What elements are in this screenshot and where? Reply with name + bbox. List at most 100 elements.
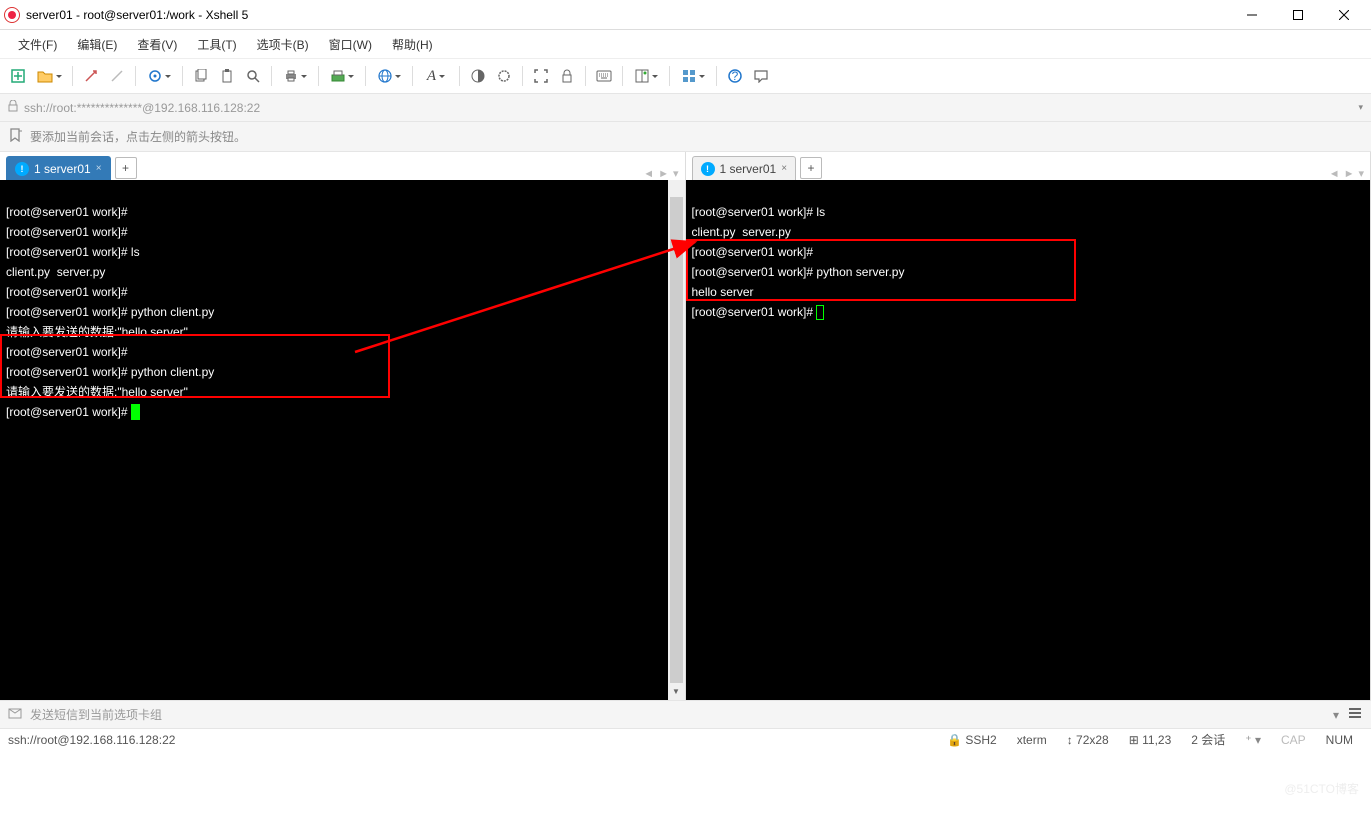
menu-file[interactable]: 文件(F): [10, 32, 65, 57]
reconnect-icon[interactable]: [79, 64, 103, 88]
open-session-icon[interactable]: [32, 64, 66, 88]
fullscreen-icon[interactable]: [529, 64, 553, 88]
keyboard-icon[interactable]: [592, 64, 616, 88]
info-badge-icon: !: [15, 162, 29, 176]
tab-close-icon[interactable]: ×: [781, 163, 787, 174]
separator: [716, 66, 717, 86]
status-position: ⊞ 11,23: [1119, 733, 1182, 747]
menu-bar: 文件(F) 编辑(E) 查看(V) 工具(T) 选项卡(B) 窗口(W) 帮助(…: [0, 30, 1371, 58]
tab-prev-icon[interactable]: ◄: [643, 168, 654, 180]
separator: [271, 66, 272, 86]
separator: [365, 66, 366, 86]
tab-list-icon[interactable]: ▾: [1358, 167, 1364, 180]
lock-icon[interactable]: [555, 64, 579, 88]
tab-server01-left[interactable]: ! 1 server01 ×: [6, 156, 111, 180]
right-pane: ! 1 server01 × + ◄ ► ▾ [root@server01 wo…: [686, 152, 1371, 700]
lock-small-icon: [8, 100, 18, 115]
layout-icon[interactable]: [629, 64, 663, 88]
print-icon[interactable]: [278, 64, 312, 88]
scroll-down-icon[interactable]: ▼: [668, 683, 685, 700]
separator: [412, 66, 413, 86]
menu-tab[interactable]: 选项卡(B): [249, 32, 317, 57]
font-icon[interactable]: A: [419, 64, 453, 88]
tab-server01-right[interactable]: ! 1 server01 ×: [692, 156, 797, 180]
status-term: xterm: [1007, 733, 1057, 747]
separator: [182, 66, 183, 86]
tab-next-icon[interactable]: ►: [1344, 168, 1355, 180]
tab-prev-icon[interactable]: ◄: [1329, 168, 1340, 180]
session-hint-bar: 要添加当前会话，点击左侧的箭头按钮。: [0, 122, 1371, 152]
terminal-left[interactable]: [root@server01 work]# [root@server01 wor…: [0, 180, 685, 700]
bookmark-icon[interactable]: [8, 128, 22, 145]
tab-add-button[interactable]: +: [800, 157, 822, 179]
menu-window[interactable]: 窗口(W): [321, 32, 380, 57]
session-hint-text: 要添加当前会话，点击左侧的箭头按钮。: [30, 128, 246, 145]
split-panes: ! 1 server01 × + ◄ ► ▾ [root@server01 wo…: [0, 152, 1371, 700]
tab-list-icon[interactable]: ▾: [673, 167, 679, 180]
help-icon[interactable]: ?: [723, 64, 747, 88]
left-tabstrip: ! 1 server01 × + ◄ ► ▾: [0, 152, 685, 180]
minimize-button[interactable]: [1229, 0, 1275, 30]
status-connection: ssh://root@192.168.116.128:22: [8, 733, 937, 747]
hamburger-icon[interactable]: [1347, 706, 1363, 723]
app-icon: [4, 7, 20, 23]
watermark: @51CTO博客: [1284, 780, 1359, 797]
tab-label: 1 server01: [720, 162, 777, 176]
status-bar: ssh://root@192.168.116.128:22 🔒 SSH2 xte…: [0, 728, 1371, 750]
status-cap: CAP: [1271, 733, 1316, 747]
left-pane: ! 1 server01 × + ◄ ► ▾ [root@server01 wo…: [0, 152, 686, 700]
paste-icon[interactable]: [215, 64, 239, 88]
tab-nav: ◄ ► ▾: [1329, 167, 1364, 180]
tab-add-button[interactable]: +: [115, 157, 137, 179]
status-sessions: 2 会话: [1181, 731, 1235, 748]
color-scheme-icon[interactable]: [466, 64, 490, 88]
xftp-icon[interactable]: [325, 64, 359, 88]
input-bar[interactable]: 发送短信到当前选项卡组 ▾: [0, 700, 1371, 728]
separator: [622, 66, 623, 86]
svg-text:?: ?: [732, 69, 739, 83]
tab-nav: ◄ ► ▾: [643, 167, 678, 180]
globe-icon[interactable]: [372, 64, 406, 88]
compose-icon[interactable]: [8, 706, 22, 723]
terminal-right[interactable]: [root@server01 work]# ls client.py serve…: [686, 180, 1371, 700]
tab-label: 1 server01: [34, 162, 91, 176]
separator: [72, 66, 73, 86]
close-button[interactable]: [1321, 0, 1367, 30]
scroll-thumb[interactable]: [670, 197, 683, 683]
tab-close-icon[interactable]: ×: [96, 163, 102, 174]
status-num: NUM: [1316, 733, 1363, 747]
address-text: ssh://root:**************@192.168.116.12…: [24, 101, 1352, 115]
input-dropdown-icon[interactable]: ▾: [1333, 708, 1339, 722]
separator: [585, 66, 586, 86]
scrollbar-left[interactable]: ▲ ▼: [668, 180, 685, 700]
properties-icon[interactable]: [142, 64, 176, 88]
status-more-icon[interactable]: ⁺ ▾: [1235, 733, 1271, 747]
address-bar[interactable]: ssh://root:**************@192.168.116.12…: [0, 94, 1371, 122]
cursor: [131, 404, 140, 420]
separator: [522, 66, 523, 86]
separator: [669, 66, 670, 86]
status-size: ↕ 72x28: [1057, 733, 1119, 747]
feedback-icon[interactable]: [749, 64, 773, 88]
maximize-button[interactable]: [1275, 0, 1321, 30]
separator: [135, 66, 136, 86]
tile-icon[interactable]: [676, 64, 710, 88]
tab-next-icon[interactable]: ►: [658, 168, 669, 180]
disconnect-icon[interactable]: [105, 64, 129, 88]
menu-tools[interactable]: 工具(T): [189, 32, 244, 57]
copy-icon[interactable]: [189, 64, 213, 88]
menu-edit[interactable]: 编辑(E): [69, 32, 125, 57]
window-title: server01 - root@server01:/work - Xshell …: [26, 8, 1229, 22]
status-protocol: 🔒 SSH2: [937, 733, 1007, 747]
input-placeholder: 发送短信到当前选项卡组: [30, 706, 1325, 723]
cursor: [816, 305, 824, 320]
menu-help[interactable]: 帮助(H): [384, 32, 441, 57]
separator: [318, 66, 319, 86]
highlight-icon[interactable]: [492, 64, 516, 88]
address-dropdown-icon[interactable]: ▾: [1358, 102, 1363, 113]
right-tabstrip: ! 1 server01 × + ◄ ► ▾: [686, 152, 1371, 180]
separator: [459, 66, 460, 86]
menu-view[interactable]: 查看(V): [129, 32, 185, 57]
find-icon[interactable]: [241, 64, 265, 88]
new-session-icon[interactable]: [6, 64, 30, 88]
